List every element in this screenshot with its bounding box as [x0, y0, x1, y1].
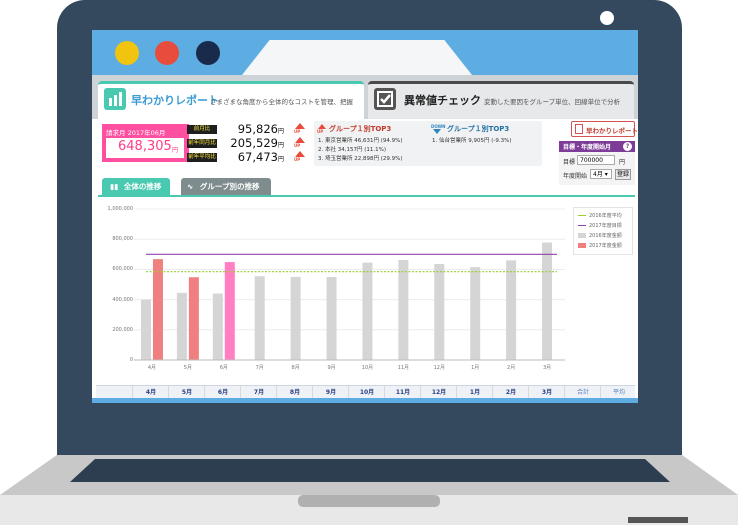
group-top3-panel: UP グループ１別TOP3 1. 東京営業所 46,631円 (94.9%) 2… — [314, 121, 542, 166]
x-tick-label: 3月 — [542, 365, 552, 371]
x-tick-label: 6月 — [219, 365, 228, 371]
x-tick-label: 11月 — [397, 365, 410, 371]
tab-anomaly-desc: 変動した要因をグループ単位、回線単位で分析 — [484, 98, 621, 106]
tab-report[interactable]: 早わかりレポート さまざまな角度から全体的なコストを管理、把握 — [98, 81, 364, 119]
line-chart-icon: ∿ — [187, 182, 194, 191]
bar-2016[interactable] — [362, 262, 373, 360]
legend-item: 2017年度金額 — [578, 242, 622, 249]
pdf-icon — [575, 124, 583, 134]
metric-value-prev-year-avg: 67,473円 — [237, 150, 284, 164]
x-tick-label: 12月 — [433, 365, 445, 371]
screen-bottom-bar — [92, 398, 638, 403]
up-arrow-icon: UP — [294, 137, 306, 148]
month-summary-box: 請求月 2017年06月 648,305 円 — [102, 124, 189, 162]
month-amount-unit: 円 — [172, 147, 179, 154]
y-tick-label: 1,000,000 — [107, 206, 133, 212]
register-button[interactable]: 登録 — [615, 169, 631, 180]
legend-item: 2016年度金額 — [578, 232, 622, 239]
bar-2016[interactable] — [212, 293, 223, 360]
settings-panel: 目標・年度開始月 ? 目標 円 年度開始 4月 ▾ 登録 — [559, 141, 635, 185]
up-arrow-icon: UP — [294, 151, 306, 162]
screen: 早わかりレポート さまざまな角度から全体的なコストを管理、把握 異常値チェック … — [92, 30, 638, 403]
legend-item: 2017年度目標 — [578, 222, 622, 229]
group-up-item: 1. 東京営業所 46,631円 (94.9%) — [318, 138, 403, 144]
report-button-label: 早わかりレポート — [586, 127, 638, 135]
bar-2016[interactable] — [290, 276, 301, 360]
group-up-item: 2. 本社 34,157円 (11.1%) — [318, 147, 387, 153]
x-tick-label: 10月 — [361, 365, 374, 371]
target-input[interactable] — [577, 155, 615, 165]
group-up-item: 3. 埼玉営業所 22,898円 (29.9%) — [318, 156, 403, 162]
window-dot-navy[interactable] — [196, 41, 220, 65]
legend-item: 2016年度平均 — [578, 212, 622, 219]
x-tick-label: 5月 — [183, 365, 192, 371]
bar-2016[interactable] — [542, 242, 553, 360]
start-month-label: 年度開始 — [563, 173, 588, 180]
chart-icon — [104, 88, 126, 110]
target-unit: 円 — [619, 159, 626, 166]
group-down-item: 1. 仙台営業所 9,905円 (-9.3%) — [432, 138, 512, 144]
bar-2017[interactable] — [224, 262, 235, 360]
y-tick-label: 600,000 — [112, 266, 133, 273]
metric-label-prev-month: 前月比 — [187, 125, 217, 134]
up-arrow-icon: UP — [317, 124, 327, 134]
chart-tabs-underline — [98, 195, 635, 197]
window-dot-red[interactable] — [155, 41, 179, 65]
metric-value-prev-month: 95,826円 — [237, 122, 284, 136]
down-arrow-icon: DOWN — [431, 124, 445, 134]
chart-legend: 2016年度平均 2017年度目標 2016年度金額 2017年度金額 — [573, 207, 633, 255]
group-up-title: グループ１別TOP3 — [329, 125, 392, 133]
tabs-row: 早わかりレポート さまざまな角度から全体的なコストを管理、把握 異常値チェック … — [92, 75, 638, 119]
help-icon[interactable]: ? — [623, 142, 632, 151]
tab-group-trend[interactable]: ∿ グループ別の推移 — [181, 178, 271, 195]
content: 請求月 2017年06月 648,305 円 前月比 95,826円 UP 前年… — [92, 119, 638, 403]
y-tick-label: 400,000 — [112, 296, 133, 303]
metric-label-prev-year-avg: 前年平均比 — [187, 153, 217, 162]
settings-title: 目標・年度開始月 — [563, 144, 612, 151]
x-tick-label: 9月 — [327, 365, 336, 371]
target-label: 目標 — [563, 159, 576, 166]
group-down-title: グループ１別TOP3 — [447, 125, 510, 133]
bar-chart-icon: ▮▮ — [110, 182, 119, 191]
metric-value-prev-year-month: 205,529円 — [230, 136, 284, 150]
bar-2016[interactable] — [470, 267, 481, 360]
tab-anomaly[interactable]: 異常値チェック 変動した要因をグループ単位、回線単位で分析 — [368, 81, 634, 119]
month-label: 請求月 2017年06月 — [106, 129, 166, 137]
month-amount: 648,305 — [118, 139, 172, 154]
bar-2016[interactable] — [434, 263, 445, 360]
y-tick-label: 200,000 — [112, 326, 133, 333]
y-tick-label: 800,000 — [112, 236, 133, 243]
checkbox-icon — [374, 88, 396, 110]
up-arrow-icon: UP — [294, 123, 306, 134]
bar-2016[interactable] — [398, 260, 409, 360]
tab-report-desc: さまざまな角度から全体的なコストを管理、把握 — [210, 98, 353, 106]
x-tick-label: 4月 — [147, 365, 157, 371]
laptop-base — [0, 455, 738, 525]
metric-label-prev-year-month: 前年同月比 — [187, 139, 217, 148]
bar-2016[interactable] — [506, 260, 517, 360]
bar-2016[interactable] — [254, 276, 265, 360]
window-dot-yellow[interactable] — [115, 41, 139, 65]
tab-anomaly-title: 異常値チェック — [404, 94, 481, 107]
tab-report-title: 早わかりレポート — [131, 94, 219, 107]
camera-icon — [600, 11, 614, 25]
bar-2016[interactable] — [326, 276, 337, 360]
tab-overall-trend[interactable]: ▮▮ 全体の推移 — [102, 178, 170, 195]
bar-2017[interactable] — [152, 259, 163, 360]
bar-2016[interactable] — [176, 292, 187, 360]
topbar-notch — [242, 40, 472, 75]
window-titlebar — [92, 30, 638, 75]
report-button[interactable]: 早わかりレポート — [571, 121, 638, 137]
x-tick-label: 1月 — [471, 365, 480, 371]
cost-trend-chart — [134, 208, 565, 361]
bar-2017[interactable] — [188, 277, 199, 360]
x-tick-label: 8月 — [291, 365, 300, 371]
x-tick-label: 2月 — [507, 365, 516, 371]
x-tick-label: 7月 — [255, 365, 264, 371]
start-month-select[interactable]: 4月 ▾ — [590, 169, 612, 179]
chart-area: 1,000,000 800,000 600,000 400,000 200,000 0 4… — [98, 199, 635, 382]
y-tick-label: 0 — [129, 357, 133, 363]
bar-2016[interactable] — [140, 299, 151, 360]
